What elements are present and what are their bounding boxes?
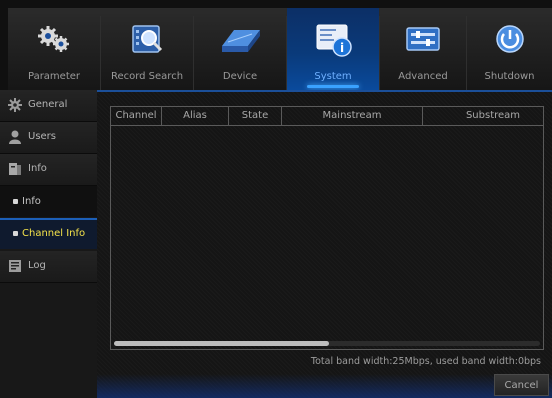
scrollbar-thumb[interactable]	[114, 341, 329, 346]
content-top-border	[97, 90, 552, 92]
svg-text:i: i	[340, 41, 344, 55]
advanced-settings-icon	[401, 22, 445, 58]
sidebar-subitem-label: Info	[22, 196, 41, 207]
column-header-state: State	[229, 107, 282, 125]
menu-label: System	[314, 71, 352, 82]
bottom-gradient-strip	[97, 374, 552, 398]
system-info-icon: i	[311, 22, 355, 58]
gear-icon	[8, 98, 22, 112]
sidebar-item-label: General	[28, 99, 68, 110]
top-menu-bar: Parameter Record Search Device i System …	[8, 8, 552, 90]
channel-info-table: Channel Alias State Mainstream Substream	[110, 106, 544, 350]
menu-shutdown[interactable]: Shutdown	[467, 8, 552, 90]
log-icon	[8, 259, 22, 273]
sidebar-item-label: Users	[28, 131, 57, 142]
sidebar-subitem-label: Channel Info	[22, 228, 86, 239]
bullet-icon	[13, 231, 18, 236]
cancel-button[interactable]: Cancel	[494, 374, 549, 396]
column-header-channel: Channel	[111, 107, 162, 125]
menu-device[interactable]: Device	[194, 8, 286, 90]
sidebar-subitem-info[interactable]: Info	[0, 186, 97, 217]
menu-record-search[interactable]: Record Search	[101, 8, 193, 90]
active-indicator	[0, 218, 97, 220]
sidebar: General Users Info Info Channel Info Log	[0, 90, 97, 398]
menu-advanced[interactable]: Advanced	[380, 8, 466, 90]
menu-system[interactable]: i System	[287, 8, 379, 90]
menu-parameter[interactable]: Parameter	[8, 8, 100, 90]
gears-icon	[32, 22, 76, 58]
record-search-icon	[125, 22, 169, 58]
table-header: Channel Alias State Mainstream Substream	[111, 107, 543, 126]
sidebar-item-users[interactable]: Users	[0, 122, 97, 154]
menu-label: Parameter	[27, 71, 81, 82]
sidebar-item-label: Info	[28, 163, 47, 174]
column-header-mainstream: Mainstream	[282, 107, 423, 125]
sidebar-subitem-channel-info[interactable]: Channel Info	[0, 218, 97, 249]
column-header-alias: Alias	[162, 107, 229, 125]
bullet-icon	[13, 199, 18, 204]
content-panel: Channel Alias State Mainstream Substream…	[97, 90, 552, 398]
bandwidth-status: Total band width:25Mbps, used band width…	[310, 356, 541, 367]
active-indicator	[307, 85, 359, 88]
menu-label: Shutdown	[484, 71, 535, 82]
column-header-substream: Substream	[465, 110, 521, 121]
user-icon	[8, 130, 22, 144]
menu-label: Advanced	[398, 71, 448, 82]
sidebar-item-label: Log	[28, 260, 46, 271]
menu-label: Device	[222, 71, 258, 82]
sidebar-item-info[interactable]: Info	[0, 154, 97, 186]
info-book-icon	[8, 162, 22, 176]
hard-drive-icon	[218, 22, 262, 58]
horizontal-scrollbar[interactable]	[114, 341, 540, 346]
menu-label: Record Search	[110, 71, 184, 82]
power-icon	[488, 22, 532, 58]
sidebar-item-log[interactable]: Log	[0, 251, 97, 283]
sidebar-item-general[interactable]: General	[0, 90, 97, 122]
